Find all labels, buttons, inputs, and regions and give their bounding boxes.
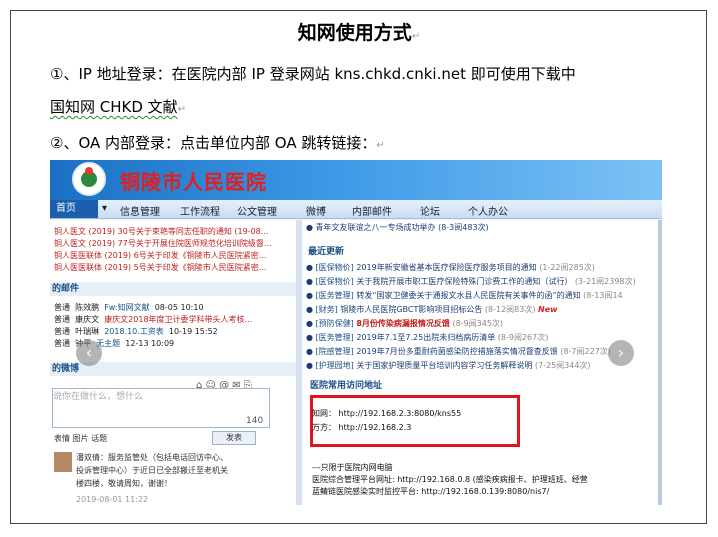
weibo-send-button[interactable]: 发表 [212, 431, 256, 445]
paragraph-ip-login-cont: 国知网 CHKD 文献↵ [50, 98, 187, 116]
nav-workflow[interactable]: 工作流程 [180, 203, 220, 218]
notice-link[interactable]: 铜人医医联体 (2019) 5号关于印发《铜陵市人民医院紧密... [54, 262, 266, 273]
mail-row[interactable]: 普通 康庆文 康庆文2018年度卫计委学科带头人考核... [54, 314, 252, 325]
weibo-post-time: 2019-08-01 11:22 [76, 495, 149, 504]
nav-internal-mail[interactable]: 内部邮件 [352, 203, 392, 218]
news-item[interactable]: ● [医保物价] 2019年新安徽省基本医疗保险医疗服务项目的通知 (1-22阅… [306, 262, 595, 273]
weibo-input[interactable]: 说你在做什么，想什么 [52, 388, 270, 428]
news-item[interactable]: ● [财务] 铜陵市人民医院GBCT影响项目招标公告 (8-12阅83次) Ne… [306, 304, 558, 315]
notice-link[interactable]: 铜人医文 (2019) 77号关于开展住院医师规范化培训院级督... [54, 238, 272, 249]
nav-dropdown-icon[interactable]: ▾ [102, 203, 107, 214]
scrollbar[interactable] [658, 220, 662, 505]
nav-weibo[interactable]: 微博 [306, 203, 326, 218]
news-item[interactable]: ● [预防保健] 8月份传染病漏报情况反馈 (8-9阅345次) [306, 318, 503, 329]
nav-documents[interactable]: 公文管理 [237, 203, 277, 218]
news-item[interactable]: ● [院感管理] 2019年7月份多重耐药菌感染防控措施落实情况督查反馈 (8-… [306, 346, 611, 357]
weibo-char-count: 140 [246, 416, 264, 426]
document-title: 知网使用方式↵ [297, 22, 421, 44]
news-item[interactable]: ● [护理园地] 关于国家护理质量平台培训内容学习任务解释说明 (7-25阅34… [306, 360, 591, 371]
news-item[interactable]: ● [医保物价] 关于我院开展市职工医疗保险特殊门诊费工作的通知（试行） (3-… [306, 276, 636, 287]
hospital-logo-icon [72, 162, 106, 196]
platform-address[interactable]: 医院综合管理平台网址: http://192.168.0.8 (感染疾病报卡、护… [312, 474, 588, 485]
nav-forum[interactable]: 论坛 [420, 203, 440, 218]
weibo-tools[interactable]: 表情 图片 话题 [54, 433, 107, 444]
hospital-name: 铜陵市人民医院 [120, 170, 267, 194]
chevron-left-icon[interactable]: ‹ [76, 340, 102, 366]
mail-row[interactable]: 普通 叶瑞琳 2018.10.工资表 10-19 15:52 [54, 326, 218, 337]
oa-nav-bar: 首页 ▾ 信息管理 工作流程 公文管理 微博 内部邮件 论坛 个人办公 [50, 200, 662, 219]
notice-link[interactable]: 铜人医医联体 (2019) 6号关于印发《铜陵市人民医院紧密... [54, 250, 266, 261]
nav-personal-office[interactable]: 个人办公 [468, 203, 508, 218]
paragraph-oa-login: ②、OA 内部登录：点击单位内部 OA 跳转链接：↵ [50, 134, 385, 152]
chevron-right-icon[interactable]: › [608, 340, 634, 366]
news-item[interactable]: ● 青年文友联谊之八一专场成功举办 (8-3阅483次) [306, 222, 489, 233]
notice-link[interactable]: 铜人医文 (2019) 30号关于束艳等同志任职的通知 (19-08... [54, 226, 268, 237]
weibo-post-text: 楼四楼，敬请周知，谢谢！ [76, 479, 172, 488]
avatar [54, 452, 72, 472]
paragraph-ip-login: ①、IP 地址登录：在医院内部 IP 登录网站 kns.chkd.cnki.ne… [50, 65, 576, 83]
intranet-note: ---只限于医院内网电脑 [312, 463, 393, 472]
recent-updates-title: 最近更新 [308, 247, 345, 257]
nav-info[interactable]: 信息管理 [120, 203, 160, 218]
news-item[interactable]: ● [医务管理] 转发“国家卫健委关于通报文水县人民医院有关事件的函”的通知 (… [306, 290, 623, 301]
oa-header: 铜陵市人民医院 [50, 160, 662, 200]
news-item[interactable]: ● [医务管理] 2019年7.1至7.25出院未归档病历清单 (8-9阅267… [306, 332, 548, 343]
embedded-oa-screenshot: 铜陵市人民医院 首页 ▾ 信息管理 工作流程 公文管理 微博 内部邮件 论坛 个… [50, 160, 662, 505]
mail-row[interactable]: 普通 陈效鹏 Fw:知网文献 08-05 10:10 [54, 302, 204, 313]
right-column: ● 青年文友联谊之八一专场成功举办 (8-3阅483次) 最近更新 ● [医保物… [302, 220, 658, 505]
address-highlight-box [310, 395, 520, 447]
mail-row[interactable]: 普通 钟平 无主题 12-13 10:09 [54, 338, 174, 349]
nav-home[interactable]: 首页 [50, 200, 98, 218]
weibo-post-text: 投诉管理中心）于近日已全部搬迁至老机关 [76, 466, 228, 475]
cnki-address[interactable]: 知网： http://192.168.2.3:8080/kns55 [312, 408, 461, 419]
wanfang-address[interactable]: 万方： http://192.168.2.3 [312, 422, 411, 433]
weibo-post-text: 潘双倩：服务监管处（包括电话回访中心、 [76, 453, 228, 462]
mail-section-title: 的邮件 [50, 282, 296, 296]
common-access-title: 医院常用访问地址 [310, 381, 383, 391]
monitor-platform-address[interactable]: 蓝鲭链医院感染实时监控平台: http://192.168.0.139:8080… [312, 486, 549, 497]
